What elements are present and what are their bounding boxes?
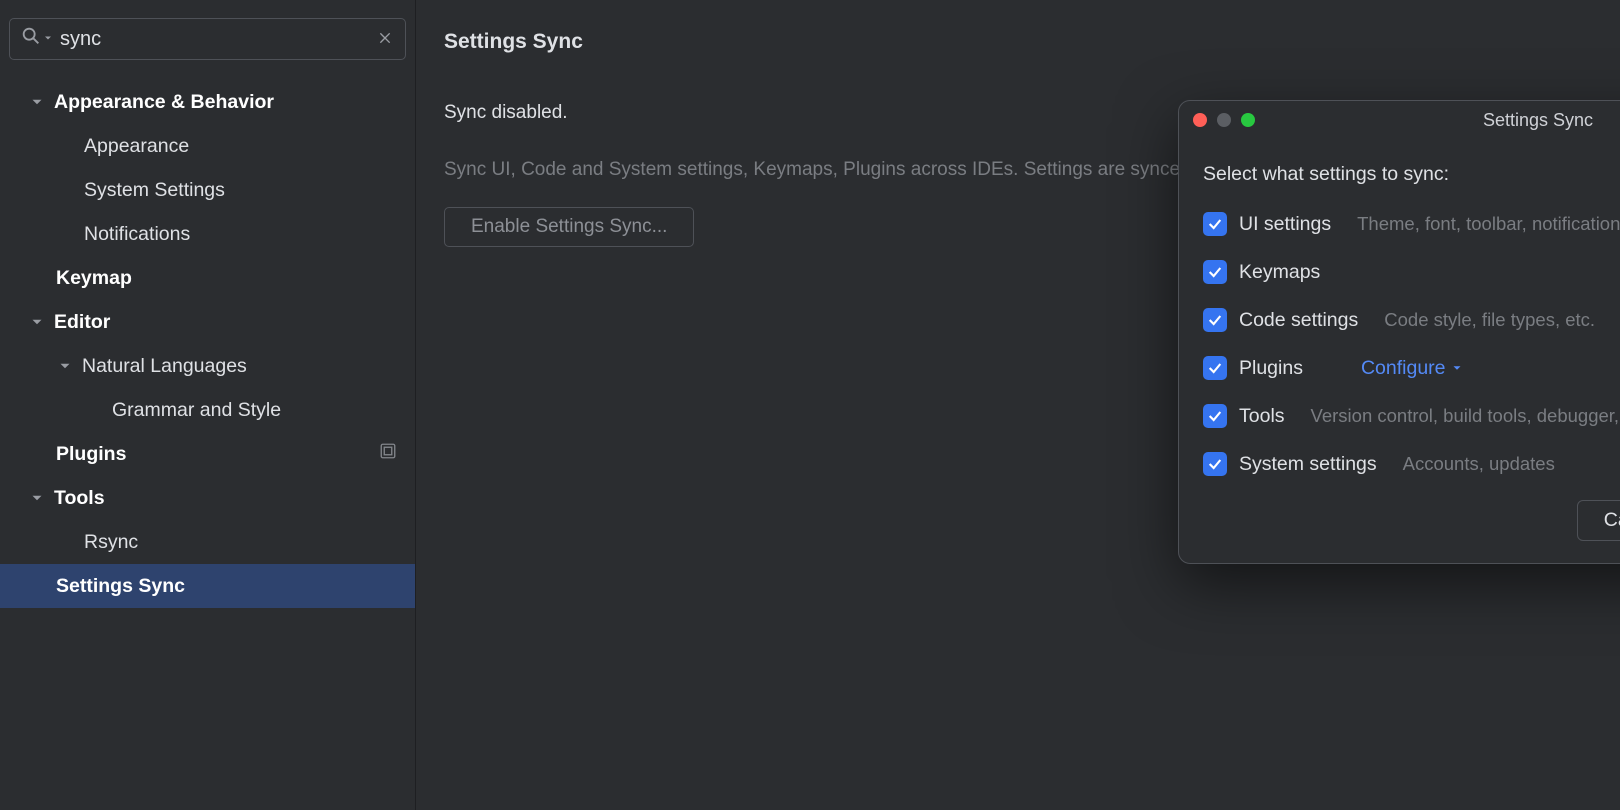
tree-item[interactable]: Appearance [0,124,415,168]
checkbox[interactable] [1203,452,1227,476]
tree-item[interactable]: Rsync [0,520,415,564]
tree-item[interactable]: System Settings [0,168,415,212]
tree-item-label: System Settings [84,179,225,202]
option-hint: Version control, build tools, debugger, … [1311,405,1620,427]
checkbox[interactable] [1203,404,1227,428]
sync-option-row: System settings Accounts, updates [1203,452,1620,476]
configure-link[interactable]: Configure [1361,357,1464,380]
tree-item[interactable]: Plugins [0,432,415,476]
settings-tree: Appearance & Behavior Appearance System Se… [0,70,415,810]
check-icon [1207,456,1223,472]
check-icon [1207,408,1223,424]
tree-item[interactable]: Keymap [0,256,415,300]
sync-option-row: Keymaps [1203,260,1620,284]
sync-option-row: Tools Version control, build tools, debug… [1203,404,1620,428]
chevron-down-icon [28,489,46,507]
settings-sync-dialog: Settings Sync Select what settings to sy… [1178,100,1620,564]
window-zoom-icon[interactable] [1241,113,1255,127]
tree-item-label: Editor [54,311,110,334]
tree-item-label: Natural Languages [82,355,247,378]
checkbox[interactable] [1203,260,1227,284]
sync-option-row: UI settings Theme, font, toolbar, notific… [1203,212,1620,236]
tree-item-label: Grammar and Style [112,399,281,422]
window-close-icon[interactable] [1193,113,1207,127]
option-label: Code settings [1239,309,1358,332]
tree-item-label: Plugins [56,443,126,466]
tree-item[interactable]: Tools [0,476,415,520]
tree-item-label: Appearance [84,135,189,158]
sync-option-row: Code settings Code style, file types, etc… [1203,308,1620,332]
tree-item-label: Keymap [56,267,132,290]
check-icon [1207,216,1223,232]
option-label: UI settings [1239,213,1331,236]
tree-item[interactable]: Notifications [0,212,415,256]
check-icon [1207,360,1223,376]
option-hint: Theme, font, toolbar, notifications, etc… [1357,213,1620,235]
option-hint: Code style, file types, etc. [1384,309,1595,331]
search-input[interactable] [60,28,375,51]
close-icon [377,30,393,49]
tree-item[interactable]: Editor [0,300,415,344]
check-icon [1207,264,1223,280]
settings-sidebar: Appearance & Behavior Appearance System Se… [0,0,416,810]
chevron-down-icon [28,313,46,331]
search-icon [20,25,42,53]
chevron-down-icon [56,357,74,375]
option-label: Plugins [1239,357,1303,380]
check-icon [1207,312,1223,328]
window-minimize-icon[interactable] [1217,113,1231,127]
sync-option-row: Plugins Configure [1203,356,1620,380]
clear-search-button[interactable] [375,28,395,51]
dialog-titlebar[interactable]: Settings Sync [1179,101,1620,139]
chevron-down-icon[interactable] [42,28,54,50]
option-label: Keymaps [1239,261,1320,284]
chevron-down-icon [1450,361,1464,375]
tree-item[interactable]: Natural Languages [0,344,415,388]
plugins-indicator-icon [379,442,397,460]
tree-item[interactable]: Settings Sync [0,564,415,608]
enable-settings-sync-button[interactable]: Enable Settings Sync... [444,207,694,247]
option-label: System settings [1239,453,1377,476]
option-hint: Accounts, updates [1403,453,1555,475]
option-label: Tools [1239,405,1285,428]
tree-item-label: Settings Sync [56,575,185,598]
checkbox[interactable] [1203,356,1227,380]
dialog-heading: Select what settings to sync: [1203,163,1620,186]
checkbox[interactable] [1203,212,1227,236]
page-title: Settings Sync [444,30,1600,54]
tree-item-label: Notifications [84,223,190,246]
chevron-down-icon [28,93,46,111]
tree-item[interactable]: Grammar and Style [0,388,415,432]
checkbox[interactable] [1203,308,1227,332]
tree-item-label: Tools [54,487,105,510]
cancel-button[interactable]: Cancel [1577,500,1620,541]
search-box[interactable] [9,18,406,60]
tree-item-label: Appearance & Behavior [54,91,274,114]
tree-item[interactable]: Appearance & Behavior [0,80,415,124]
tree-item-label: Rsync [84,531,138,554]
settings-main: Settings Sync Sync disabled. Sync UI, Co… [416,0,1620,810]
